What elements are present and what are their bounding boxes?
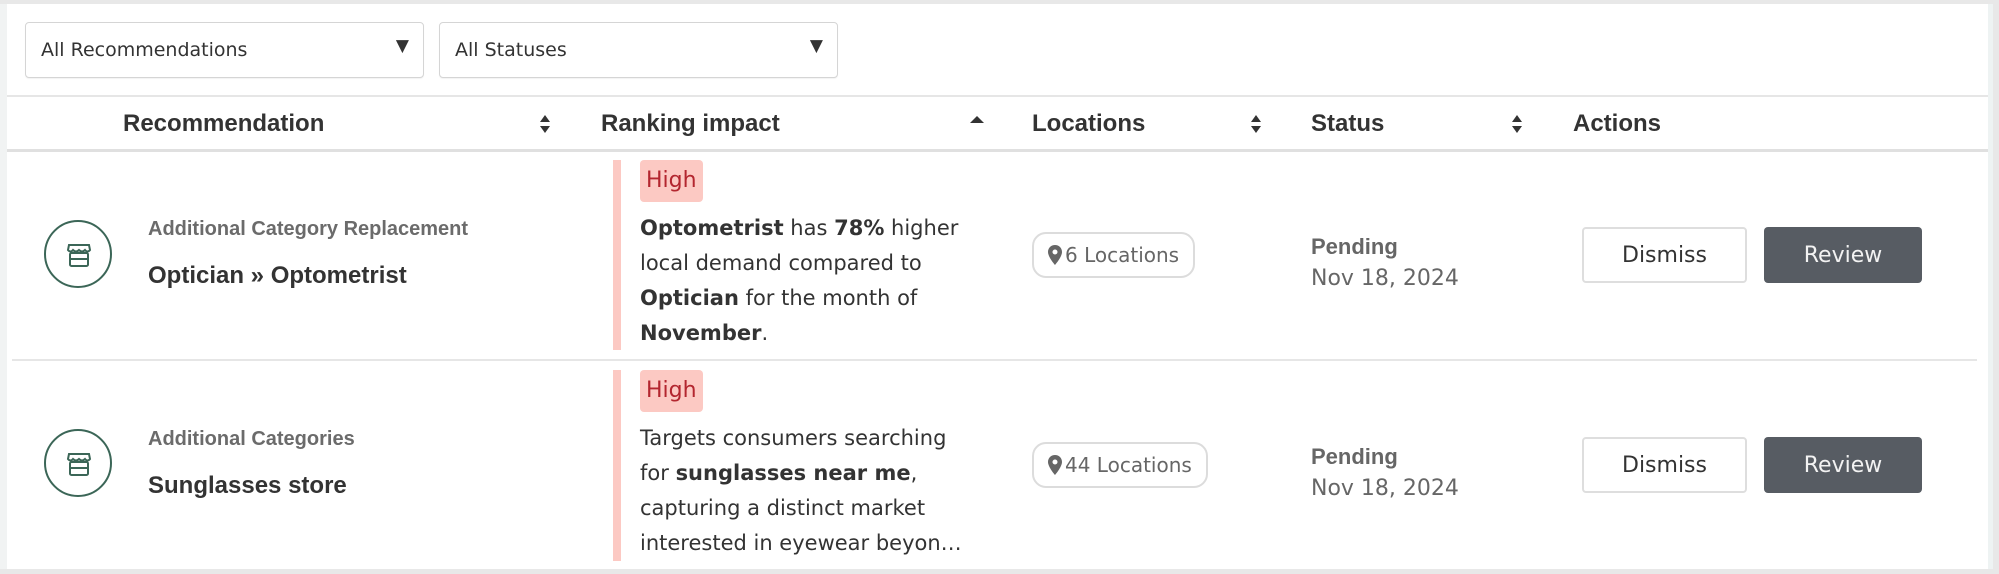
column-header-locations[interactable]: Locations [1032, 108, 1145, 140]
row-divider [12, 359, 1977, 361]
locations-count: 44 Locations [1065, 453, 1192, 477]
impact-text: has [783, 216, 835, 240]
status-label: Pending [1311, 234, 1398, 259]
recommendation-filter-value: All Recommendations [41, 39, 248, 61]
caret-down-icon: ▼ [809, 36, 823, 56]
impact-text: for the month of [738, 286, 918, 310]
impact-highlight: Optometrist [640, 216, 784, 240]
header-bottom-divider [7, 149, 1988, 152]
impact-indicator-bar [613, 160, 621, 350]
locations-pill[interactable]: 6 Locations [1032, 232, 1196, 278]
impact-indicator-bar [613, 370, 621, 561]
recommendation-name: Optician » Optometrist [148, 262, 407, 289]
impact-level-badge: High [640, 370, 703, 412]
recommendation-type: Additional Categories [148, 428, 355, 450]
sort-ascending-icon[interactable] [969, 113, 984, 135]
review-button[interactable]: Review [1764, 437, 1922, 493]
column-header-recommendation[interactable]: Recommendation [123, 108, 324, 140]
map-pin-icon [1048, 245, 1062, 265]
column-header-status[interactable]: Status [1311, 108, 1384, 140]
column-header-ranking-impact[interactable]: Ranking impact [601, 108, 780, 140]
status-filter-select[interactable]: All Statuses ▼ [439, 22, 838, 78]
left-edge [0, 4, 7, 569]
dismiss-button[interactable]: Dismiss [1582, 437, 1747, 493]
status-label: Pending [1311, 444, 1398, 469]
dismiss-button[interactable]: Dismiss [1582, 227, 1747, 283]
recommendation-filter-select[interactable]: All Recommendations ▼ [25, 22, 424, 78]
review-button[interactable]: Review [1764, 227, 1922, 283]
recommendation-type: Additional Category Replacement [148, 218, 469, 240]
status-date: Nov 18, 2024 [1311, 266, 1459, 291]
recommendation-name: Sunglasses store [148, 472, 347, 499]
sort-both-icon[interactable] [539, 113, 551, 135]
impact-description: Optometrist has 78% higher local demand … [640, 211, 970, 351]
impact-highlight: sunglasses near me [675, 461, 911, 485]
caret-down-icon: ▼ [395, 36, 409, 56]
impact-level-badge: High [640, 160, 703, 202]
store-icon [44, 220, 112, 288]
sort-both-icon[interactable] [1250, 113, 1262, 135]
impact-highlight: 78% [834, 216, 885, 240]
sort-both-icon[interactable] [1511, 113, 1523, 135]
status-filter-value: All Statuses [455, 39, 567, 61]
impact-highlight: November [640, 321, 762, 345]
locations-pill[interactable]: 44 Locations [1032, 442, 1208, 488]
impact-highlight: Optician [640, 286, 739, 310]
scrollbar-track[interactable] [1988, 4, 1993, 569]
status-date: Nov 18, 2024 [1311, 476, 1459, 501]
column-header-actions: Actions [1573, 110, 1662, 137]
impact-description: Targets consumers searching for sunglass… [640, 421, 970, 561]
store-icon [44, 429, 112, 497]
header-top-divider [7, 95, 1988, 97]
locations-count: 6 Locations [1065, 243, 1180, 267]
impact-text: . [761, 321, 769, 345]
map-pin-icon [1048, 455, 1062, 475]
